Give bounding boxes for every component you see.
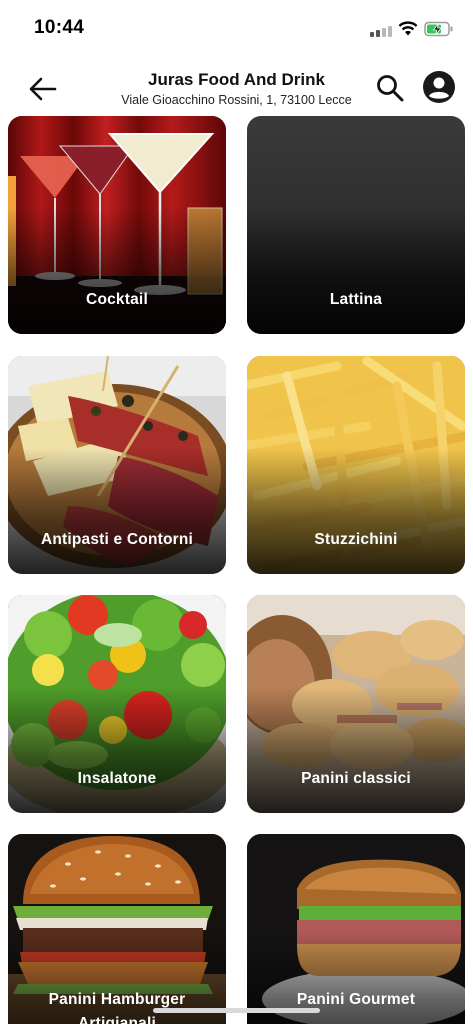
screen: 10:44 Juras Food And Drink Viale Gioacch… bbox=[0, 0, 473, 1024]
category-grid: Cocktail Lattina Antipasti e Contorni St… bbox=[0, 0, 473, 1024]
home-indicator[interactable] bbox=[153, 1008, 320, 1013]
category-card-panini-hamburger-artigianali[interactable]: Panini Hamburger Artigianali bbox=[8, 834, 226, 1024]
category-card-panini-classici[interactable]: Panini classici bbox=[247, 595, 465, 813]
category-label: Insalatone bbox=[77, 770, 157, 787]
category-card-antipasti-e-contorni[interactable]: Antipasti e Contorni bbox=[8, 356, 226, 574]
category-label: Panini Hamburger Artigianali bbox=[48, 991, 186, 1024]
category-card-cocktail[interactable]: Cocktail bbox=[8, 116, 226, 334]
category-card-panini-gourmet[interactable]: Panini Gourmet bbox=[247, 834, 465, 1024]
category-label: Panini classici bbox=[301, 770, 411, 787]
category-label: Lattina bbox=[329, 291, 383, 308]
category-card-lattina[interactable]: Lattina bbox=[247, 116, 465, 334]
category-label: Stuzzichini bbox=[314, 531, 398, 548]
category-card-stuzzichini[interactable]: Stuzzichini bbox=[247, 356, 465, 574]
category-label: Cocktail bbox=[86, 291, 148, 308]
category-label: Panini Gourmet bbox=[296, 991, 416, 1008]
category-label: Antipasti e Contorni bbox=[40, 531, 194, 548]
category-card-insalatone[interactable]: Insalatone bbox=[8, 595, 226, 813]
